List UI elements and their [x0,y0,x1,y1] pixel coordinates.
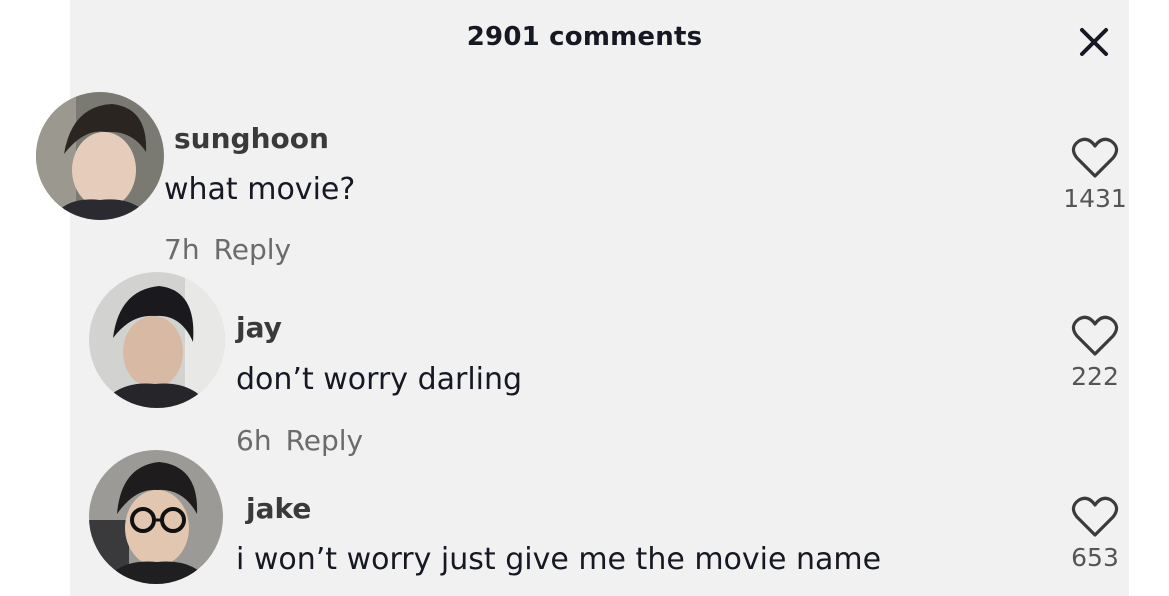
avatar[interactable] [89,450,223,584]
like-count: 1431 [1063,184,1127,213]
close-icon [1080,28,1108,56]
right-margin [1129,0,1169,596]
reply-button[interactable]: Reply [214,233,292,266]
heart-icon[interactable] [1071,495,1119,539]
comments-panel: 2901 comments sunghoon what movie? 7h Rep… [0,0,1169,596]
close-button[interactable] [1076,24,1112,60]
heart-icon[interactable] [1071,136,1119,180]
comment-text: what movie? [164,172,356,207]
like-count: 653 [1071,543,1119,572]
comments-count-title: 2901 comments [466,22,703,52]
comment-text: don’t worry darling [236,362,523,397]
comment-username[interactable]: jake [246,492,311,525]
comment-username[interactable]: jay [236,311,282,344]
comment-meta: 6h Reply [236,424,363,457]
like-count: 222 [1071,362,1119,391]
left-margin [0,0,70,596]
comment-text: i won’t worry just give me the movie nam… [236,542,882,577]
like-control[interactable]: 222 [1060,314,1130,391]
like-control[interactable]: 653 [1060,495,1130,572]
comment-time: 7h [164,233,200,266]
comment-meta: 7h Reply [164,233,291,266]
like-control[interactable]: 1431 [1060,136,1130,213]
avatar[interactable] [89,272,225,408]
comment-username[interactable]: sunghoon [174,122,329,155]
avatar[interactable] [36,92,164,220]
reply-button[interactable]: Reply [286,424,364,457]
comment-time: 6h [236,424,272,457]
comments-sheet [70,0,1129,596]
heart-icon[interactable] [1071,314,1119,358]
